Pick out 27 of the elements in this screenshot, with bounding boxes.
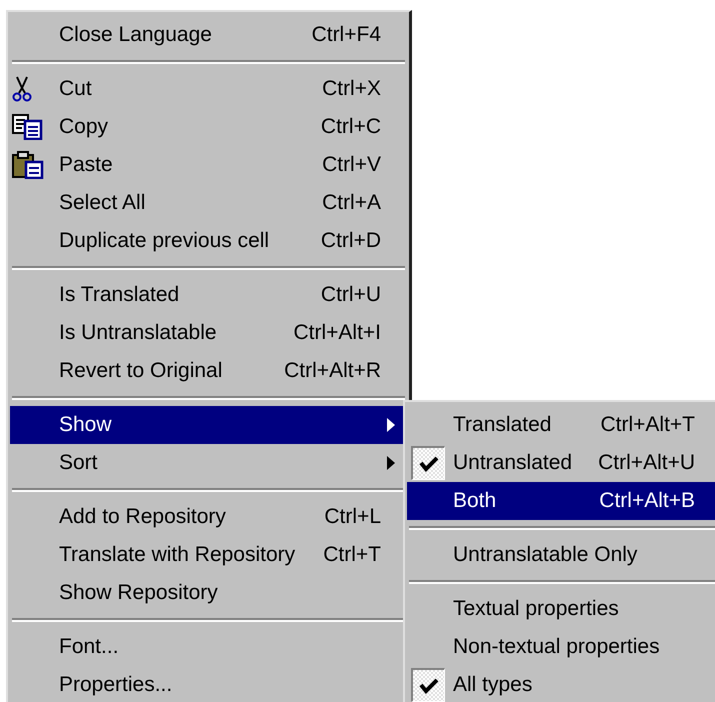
submenu-arrow-icon [387, 418, 395, 432]
menu-item[interactable]: Duplicate previous cell Ctrl+D [10, 222, 407, 260]
menu-item[interactable]: Translate with Repository Ctrl+T [10, 536, 407, 574]
menu-item[interactable]: Select All Ctrl+A [10, 184, 407, 222]
menu-item[interactable]: Properties... [10, 666, 407, 702]
menu-item[interactable]: All types [407, 666, 715, 702]
menu-item[interactable]: Cut Ctrl+X [10, 70, 407, 108]
menu-item[interactable]: Non-textual properties [407, 628, 715, 666]
menu-item[interactable]: Revert to Original Ctrl+Alt+R [10, 352, 407, 390]
menu-item[interactable]: Copy Ctrl+C [10, 108, 407, 146]
menu-item[interactable]: Font... [10, 628, 407, 666]
menu-item[interactable]: Both Ctrl+Alt+B [407, 482, 715, 520]
menu-item[interactable]: Translated Ctrl+Alt+T [407, 406, 715, 444]
menu-item[interactable]: Is Translated Ctrl+U [10, 276, 407, 314]
menu-item[interactable]: Show Repository [10, 574, 407, 612]
menu-item[interactable]: Is Untranslatable Ctrl+Alt+I [10, 314, 407, 352]
submenu-arrow-icon [387, 456, 395, 470]
copy-icon [12, 114, 44, 140]
menu-item[interactable]: Sort [10, 444, 407, 482]
menu-item[interactable]: Untranslatable Only [407, 536, 715, 574]
scissors-icon [12, 76, 32, 102]
menu-item[interactable]: Textual properties [407, 590, 715, 628]
clipboard-icon [12, 151, 44, 179]
menu-item[interactable]: Add to Repository Ctrl+L [10, 498, 407, 536]
menu-item[interactable]: Close Language Ctrl+F4 [10, 16, 407, 54]
menu-item[interactable]: Paste Ctrl+V [10, 146, 407, 184]
menu-item[interactable]: Untranslated Ctrl+Alt+U [407, 444, 715, 482]
